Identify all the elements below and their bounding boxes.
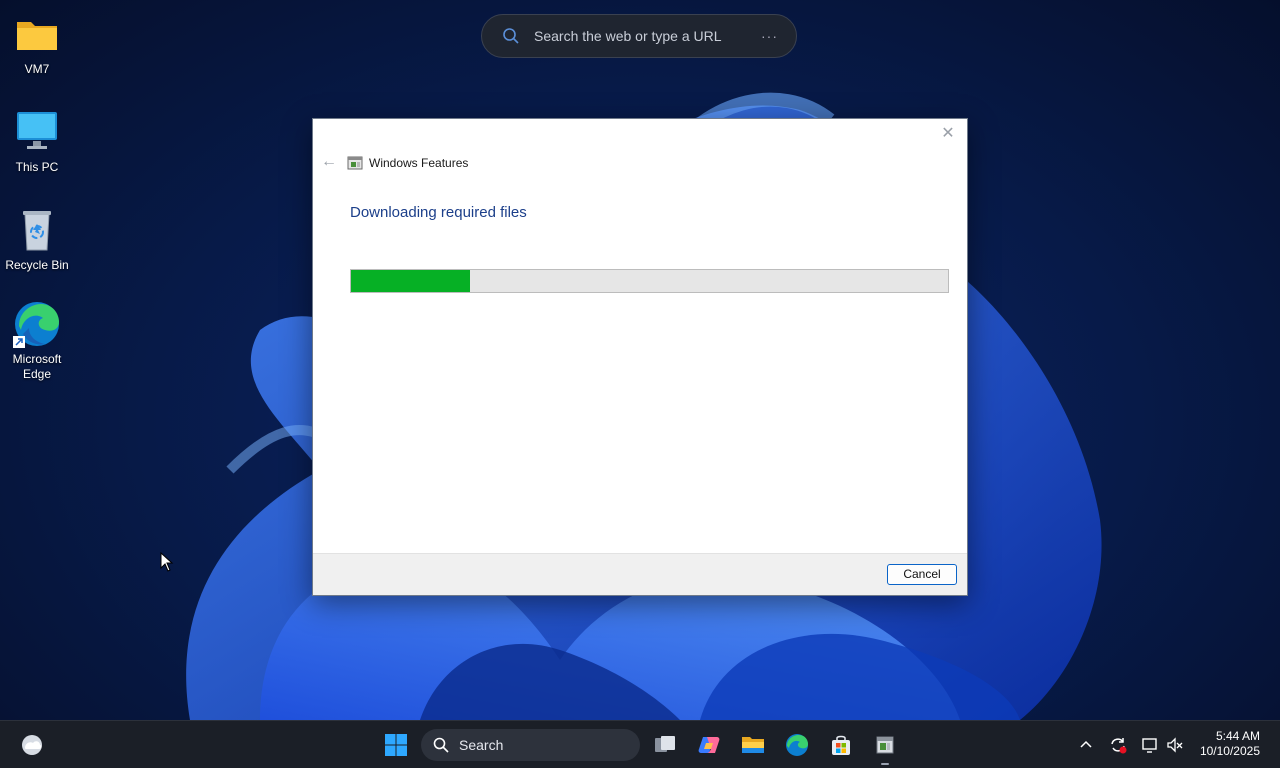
progress-fill: [351, 270, 471, 292]
store-icon: [832, 735, 850, 755]
web-search-placeholder[interactable]: Search the web or type a URL: [534, 28, 761, 44]
show-hidden-icons-button[interactable]: [1074, 729, 1098, 761]
task-view-button[interactable]: [649, 729, 681, 761]
network-icon: [1142, 738, 1157, 753]
more-options-icon[interactable]: ···: [761, 28, 778, 44]
edge-icon: [13, 300, 61, 348]
windows-features-icon: [876, 736, 894, 754]
desktop-icon-label: VM7: [24, 62, 50, 76]
clock-date: 10/10/2025: [1199, 744, 1260, 758]
store-button[interactable]: [825, 729, 857, 761]
sync-status-button[interactable]: [1106, 729, 1130, 761]
dialog-title: Windows Features: [369, 156, 469, 170]
start-button[interactable]: [380, 729, 412, 761]
volume-button[interactable]: [1163, 729, 1187, 761]
dialog-footer: Cancel: [313, 553, 967, 595]
clock-time: 5:44 AM: [1215, 729, 1260, 743]
desktop-icon-label: Microsoft Edge: [12, 352, 62, 381]
system-clock[interactable]: 5:44 AM 10/10/2025: [1200, 729, 1260, 759]
desktop-icon-microsoft-edge[interactable]: Microsoft Edge: [1, 300, 73, 382]
desktop-icon-recycle-bin[interactable]: Recycle Bin: [1, 206, 73, 273]
desktop-icon-label: This PC: [15, 160, 59, 174]
network-button[interactable]: [1138, 729, 1162, 761]
status-heading: Downloading required files: [350, 204, 527, 221]
widgets-button[interactable]: [16, 729, 48, 761]
edge-icon: [786, 734, 808, 756]
download-progress-bar: [350, 269, 949, 293]
windows-features-icon: [347, 155, 363, 171]
recycle-bin-icon: [13, 206, 61, 254]
taskbar-search[interactable]: Search: [421, 729, 640, 761]
desktop-icon-this-pc[interactable]: This PC: [1, 108, 73, 175]
desktop-icon-vm7[interactable]: VM7: [1, 10, 73, 77]
running-indicator: [881, 763, 889, 765]
copilot-button[interactable]: [693, 729, 725, 761]
start-icon: [385, 734, 407, 756]
web-search-bar[interactable]: Search the web or type a URL ···: [481, 14, 797, 58]
sync-alert-icon: [1111, 738, 1127, 754]
copilot-icon: [698, 737, 720, 753]
volume-muted-icon: [1167, 737, 1183, 753]
taskbar: Search 5:44 AM 10/10/2025: [0, 720, 1280, 768]
chevron-up-icon: [1080, 740, 1092, 748]
desktop-background: VM7 This PC Recycle Bin Microsoft Edge S…: [0, 0, 1280, 720]
mouse-cursor-icon: [160, 552, 174, 572]
task-view-icon: [655, 736, 675, 752]
edge-taskbar-button[interactable]: [781, 729, 813, 761]
back-arrow-icon[interactable]: ←: [319, 152, 339, 172]
widgets-icon: [22, 735, 42, 755]
close-icon[interactable]: ✕: [937, 123, 959, 145]
taskbar-search-label: Search: [459, 737, 504, 753]
desktop-icon-label: Recycle Bin: [5, 258, 69, 272]
folder-icon: [13, 10, 61, 58]
search-icon: [433, 737, 449, 753]
cancel-button[interactable]: Cancel: [887, 564, 957, 585]
search-icon: [502, 27, 520, 45]
windows-features-taskbar-button[interactable]: [869, 729, 901, 765]
windows-features-dialog: ✕ ← Windows Features Downloading require…: [312, 118, 968, 596]
monitor-icon: [13, 108, 61, 156]
file-explorer-icon: [742, 737, 764, 753]
file-explorer-button[interactable]: [737, 729, 769, 761]
